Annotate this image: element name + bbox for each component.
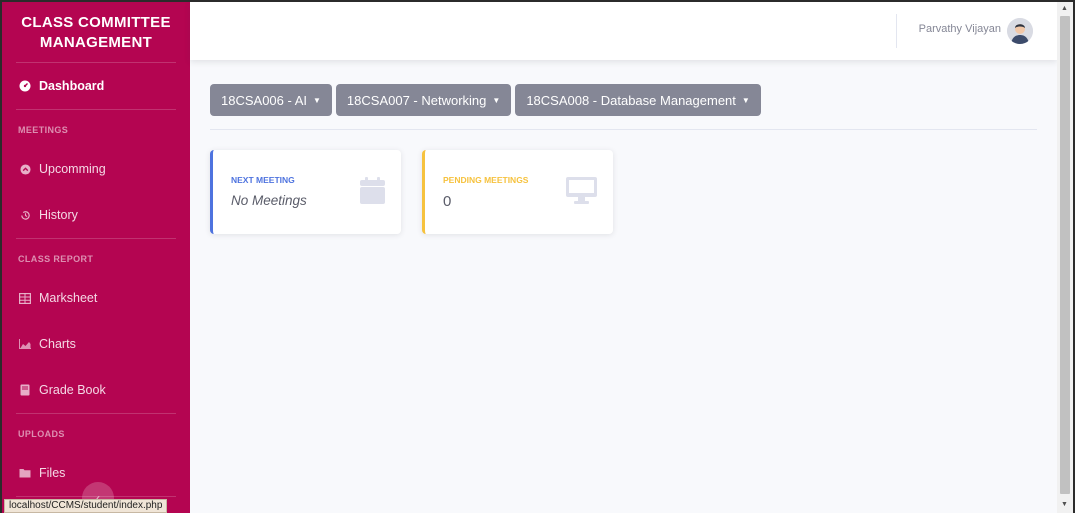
subject-dropdown-ai[interactable]: 18CSA006 - AI ▼ — [210, 84, 332, 116]
area-chart-icon — [18, 339, 32, 349]
status-bar-url: localhost/CCMS/student/index.php — [4, 499, 168, 513]
subject-dropdown-networking[interactable]: 18CSA007 - Networking ▼ — [335, 84, 512, 116]
brand[interactable]: CLASS COMMITTEE MANAGEMENT — [2, 2, 190, 62]
card-value: No Meetings — [231, 193, 307, 208]
sidebar-item-grade-book[interactable]: Grade Book — [2, 367, 190, 413]
card-value: 0 — [443, 193, 452, 210]
main-content: 18CSA006 - AI ▼ 18CSA007 - Networking ▼ … — [190, 60, 1057, 513]
sidebar-heading-uploads: UPLOADS — [18, 429, 65, 439]
brand-line-1: CLASS COMMITTEE — [21, 14, 171, 31]
scroll-up-icon[interactable]: ▲ — [1061, 5, 1068, 12]
table-icon — [18, 292, 32, 304]
brand-line-2: MANAGEMENT — [39, 34, 153, 51]
topbar: Parvathy Vijayan — [190, 2, 1057, 60]
desktop-icon — [566, 177, 597, 209]
dashboard-icon — [18, 80, 32, 92]
subject-dropdown-database[interactable]: 18CSA008 - Database Management ▼ — [515, 84, 761, 116]
caret-down-icon: ▼ — [741, 95, 750, 105]
dropdown-label: 18CSA006 - AI — [221, 92, 307, 108]
sidebar-item-charts[interactable]: Charts — [2, 321, 190, 367]
sidebar-item-label: History — [39, 208, 78, 222]
avatar[interactable] — [1007, 18, 1033, 44]
sidebar-heading-meetings: MEETINGS — [18, 125, 69, 135]
page-scrollbar[interactable]: ▲ ▼ — [1057, 2, 1073, 513]
book-icon — [18, 384, 32, 396]
sidebar-item-label: Upcomming — [39, 162, 106, 176]
sidebar: CLASS COMMITTEE MANAGEMENT Dashboard MEE… — [2, 2, 190, 513]
sidebar-item-history[interactable]: History — [2, 192, 190, 238]
card-label: PENDING MEETINGS — [443, 175, 529, 185]
pending-meetings-card: PENDING MEETINGS 0 — [422, 150, 613, 234]
subject-button-row: 18CSA006 - AI ▼ 18CSA007 - Networking ▼ … — [210, 84, 761, 116]
calendar-icon — [360, 177, 385, 209]
sidebar-item-label: Charts — [39, 337, 76, 351]
sidebar-item-label: Grade Book — [39, 383, 106, 397]
dropdown-label: 18CSA007 - Networking — [346, 92, 487, 108]
card-label: NEXT MEETING — [231, 175, 295, 185]
content-divider — [210, 129, 1037, 130]
next-meeting-card: NEXT MEETING No Meetings — [210, 150, 401, 234]
topbar-divider — [896, 14, 897, 48]
sidebar-item-label: Files — [39, 466, 66, 480]
caret-down-icon: ▼ — [313, 95, 321, 105]
sidebar-item-label: Marksheet — [39, 291, 98, 305]
sidebar-item-dashboard[interactable]: Dashboard — [2, 63, 190, 109]
history-icon — [18, 210, 32, 221]
scroll-down-icon[interactable]: ▼ — [1061, 501, 1068, 508]
user-name[interactable]: Parvathy Vijayan — [919, 23, 1001, 35]
sidebar-item-label: Dashboard — [39, 79, 105, 93]
sidebar-item-upcomming[interactable]: Upcomming — [2, 146, 190, 192]
sidebar-item-marksheet[interactable]: Marksheet — [2, 275, 190, 321]
folder-icon — [18, 468, 32, 478]
scrollbar-thumb[interactable] — [1060, 16, 1070, 494]
caret-down-icon: ▼ — [492, 95, 501, 105]
app-window: CLASS COMMITTEE MANAGEMENT Dashboard MEE… — [2, 2, 1073, 513]
chevron-circle-up-icon — [18, 163, 32, 175]
sidebar-heading-class-report: CLASS REPORT — [18, 254, 94, 264]
dropdown-label: 18CSA008 - Database Management — [526, 92, 736, 108]
